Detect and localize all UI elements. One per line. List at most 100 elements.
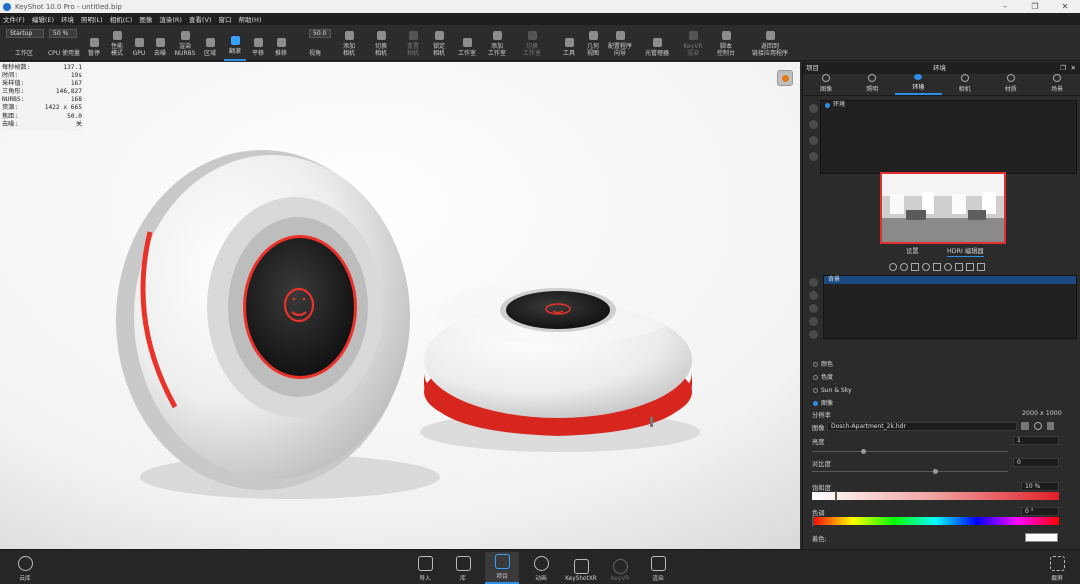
script-console-button[interactable]: 脚本 控制台 (712, 25, 740, 61)
perspective-button[interactable]: 视角 (304, 25, 326, 61)
reload-icon[interactable] (1034, 422, 1042, 430)
bg-option-chroma[interactable]: 色度 (813, 371, 852, 384)
add-environment-icon[interactable] (809, 104, 818, 113)
hue-gradient-slider[interactable] (812, 516, 1059, 526)
render-nurbs-button[interactable]: 渲染 NURBS (172, 25, 198, 61)
panel-float-icon[interactable]: ❐ (1060, 62, 1066, 74)
menu-render[interactable]: 渲染(R) (159, 14, 182, 24)
reset-camera-button[interactable]: 重置 相机 (401, 25, 425, 61)
save-hdri-icon[interactable] (955, 263, 963, 271)
switch-camera-button[interactable]: 切换 相机 (369, 25, 393, 61)
screenshot-button[interactable]: 截屏 (1040, 552, 1074, 584)
bg-option-image[interactable]: 图像 (813, 397, 852, 410)
subtab-hdri-editor[interactable]: HDRI 编辑器 (947, 246, 984, 257)
menu-lighting[interactable]: 照明(L) (81, 14, 103, 24)
denoise-button[interactable]: 去噪 (150, 25, 170, 61)
menu-view[interactable]: 查看(V) (189, 14, 212, 24)
adjust-icon[interactable] (933, 263, 941, 271)
hue-field[interactable]: 0 ° (1021, 507, 1059, 516)
add-layer-icon[interactable] (809, 278, 818, 287)
configurator-wizard-button[interactable]: 配置程序 向导 (606, 25, 634, 61)
gpu-button[interactable]: GPU (130, 25, 148, 61)
keyvr-button[interactable]: KeyVR (603, 552, 637, 584)
add-rect-icon[interactable] (911, 263, 919, 271)
bg-option-sunsky[interactable]: Sun & Sky (813, 384, 852, 397)
geometry-view-button[interactable]: 几何 视图 (582, 25, 604, 61)
pause-button[interactable]: 暂停 (84, 25, 104, 61)
bg-option-color[interactable]: 颜色 (813, 358, 852, 371)
saturation-field[interactable]: 10 % (1021, 482, 1059, 491)
refresh-icon[interactable] (944, 263, 952, 271)
add-pin-icon[interactable] (889, 263, 897, 271)
pan-button[interactable]: 平移 (248, 25, 268, 61)
delete-layer-icon[interactable] (809, 330, 818, 339)
maximize-icon[interactable]: ❐ (1020, 0, 1050, 13)
menu-image[interactable]: 图像 (139, 14, 152, 24)
hue-handle[interactable] (812, 516, 814, 526)
tint-color-swatch[interactable] (1025, 533, 1058, 542)
studio-button[interactable]: 工作室 (455, 25, 479, 61)
close-icon[interactable]: ✕ (1050, 0, 1080, 13)
move-down-icon[interactable] (809, 304, 818, 313)
tab-scene[interactable]: 场景 (1034, 74, 1080, 95)
image-file-field[interactable]: Dosch-Apartment_2k.hdr (827, 422, 1017, 431)
brightness-knob[interactable] (861, 449, 866, 454)
import-button[interactable]: 导入 (408, 552, 442, 584)
menu-file[interactable]: 文件(F) (3, 14, 25, 24)
duplicate-environment-icon[interactable] (809, 120, 818, 129)
folder-icon[interactable] (1021, 422, 1029, 430)
saturation-handle[interactable] (835, 491, 837, 501)
return-linked-app-button[interactable]: 返回到 链接应用程序 (748, 25, 792, 61)
menu-help[interactable]: 帮助(H) (238, 14, 261, 24)
list-item[interactable]: 背景 (824, 276, 1076, 284)
keyshotxr-button[interactable]: KeyShotXR (563, 552, 599, 584)
keyvr-render-button[interactable]: KeyVR 渲染 (680, 25, 706, 61)
render-viewport[interactable]: 每秒帧数: 137.1 时间: 19s 采样值: 167 三角形: 146,827 NU… (0, 62, 800, 549)
contrast-knob[interactable] (933, 469, 938, 474)
add-studio-button[interactable]: 添加 工作室 (484, 25, 510, 61)
library-button[interactable]: 库 (446, 552, 480, 584)
tab-camera[interactable]: 相机 (942, 74, 988, 95)
region-button[interactable]: 区域 (200, 25, 220, 61)
layers-icon[interactable] (977, 263, 985, 271)
move-up-icon[interactable] (809, 291, 818, 300)
folder-layer-icon[interactable] (809, 317, 818, 326)
list-item[interactable]: 环境 (821, 101, 1076, 109)
menu-window[interactable]: 窗口 (218, 14, 231, 24)
export-hdri-icon[interactable] (966, 263, 974, 271)
saturation-gradient-slider[interactable] (812, 491, 1059, 501)
switch-studio-button[interactable]: 切换 工作室 (519, 25, 545, 61)
minimize-icon[interactable]: – (990, 0, 1020, 13)
tab-lighting[interactable]: 照明 (849, 74, 895, 95)
trash-icon[interactable] (1047, 422, 1054, 430)
lock-camera-button[interactable]: 锁定 相机 (427, 25, 451, 61)
brightness-field[interactable]: 1 (1013, 436, 1059, 445)
panel-close-icon[interactable]: ✕ (1071, 62, 1076, 74)
render-button[interactable]: 渲染 (641, 552, 675, 584)
workspace-button[interactable]: 工作区 (8, 25, 40, 61)
project-button[interactable]: 项目 (485, 552, 519, 584)
dolly-button[interactable]: 推移 (271, 25, 291, 61)
viewport-render-icon[interactable] (777, 70, 793, 86)
subtab-settings[interactable]: 设置 (906, 246, 919, 255)
copy-environment-icon[interactable] (809, 136, 818, 145)
menu-edit[interactable]: 编辑(E) (32, 14, 54, 24)
cloud-library-button[interactable]: 云库 (8, 552, 42, 584)
menu-camera[interactable]: 相机(C) (110, 14, 133, 24)
contrast-field[interactable]: 0 (1013, 458, 1059, 467)
add-camera-button[interactable]: 添加 相机 (337, 25, 361, 61)
menu-environment[interactable]: 环境 (61, 14, 74, 24)
tab-material[interactable]: 材质 (988, 74, 1034, 95)
cpu-usage-button[interactable]: CPU 使用量 (46, 25, 82, 61)
performance-mode-button[interactable]: 性能 模式 (106, 25, 128, 61)
animation-button[interactable]: 动画 (524, 552, 558, 584)
add-image-icon[interactable] (922, 263, 930, 271)
contrast-slider[interactable] (812, 469, 1008, 474)
delete-environment-icon[interactable] (809, 152, 818, 161)
hdri-preview[interactable] (880, 172, 1006, 244)
tools-button[interactable]: 工具 (560, 25, 578, 61)
brightness-slider[interactable] (812, 449, 1008, 454)
tumble-button[interactable]: 翻滚 (224, 25, 246, 61)
add-light-icon[interactable] (900, 263, 908, 271)
light-manager-button[interactable]: 光管理器 (642, 25, 672, 61)
